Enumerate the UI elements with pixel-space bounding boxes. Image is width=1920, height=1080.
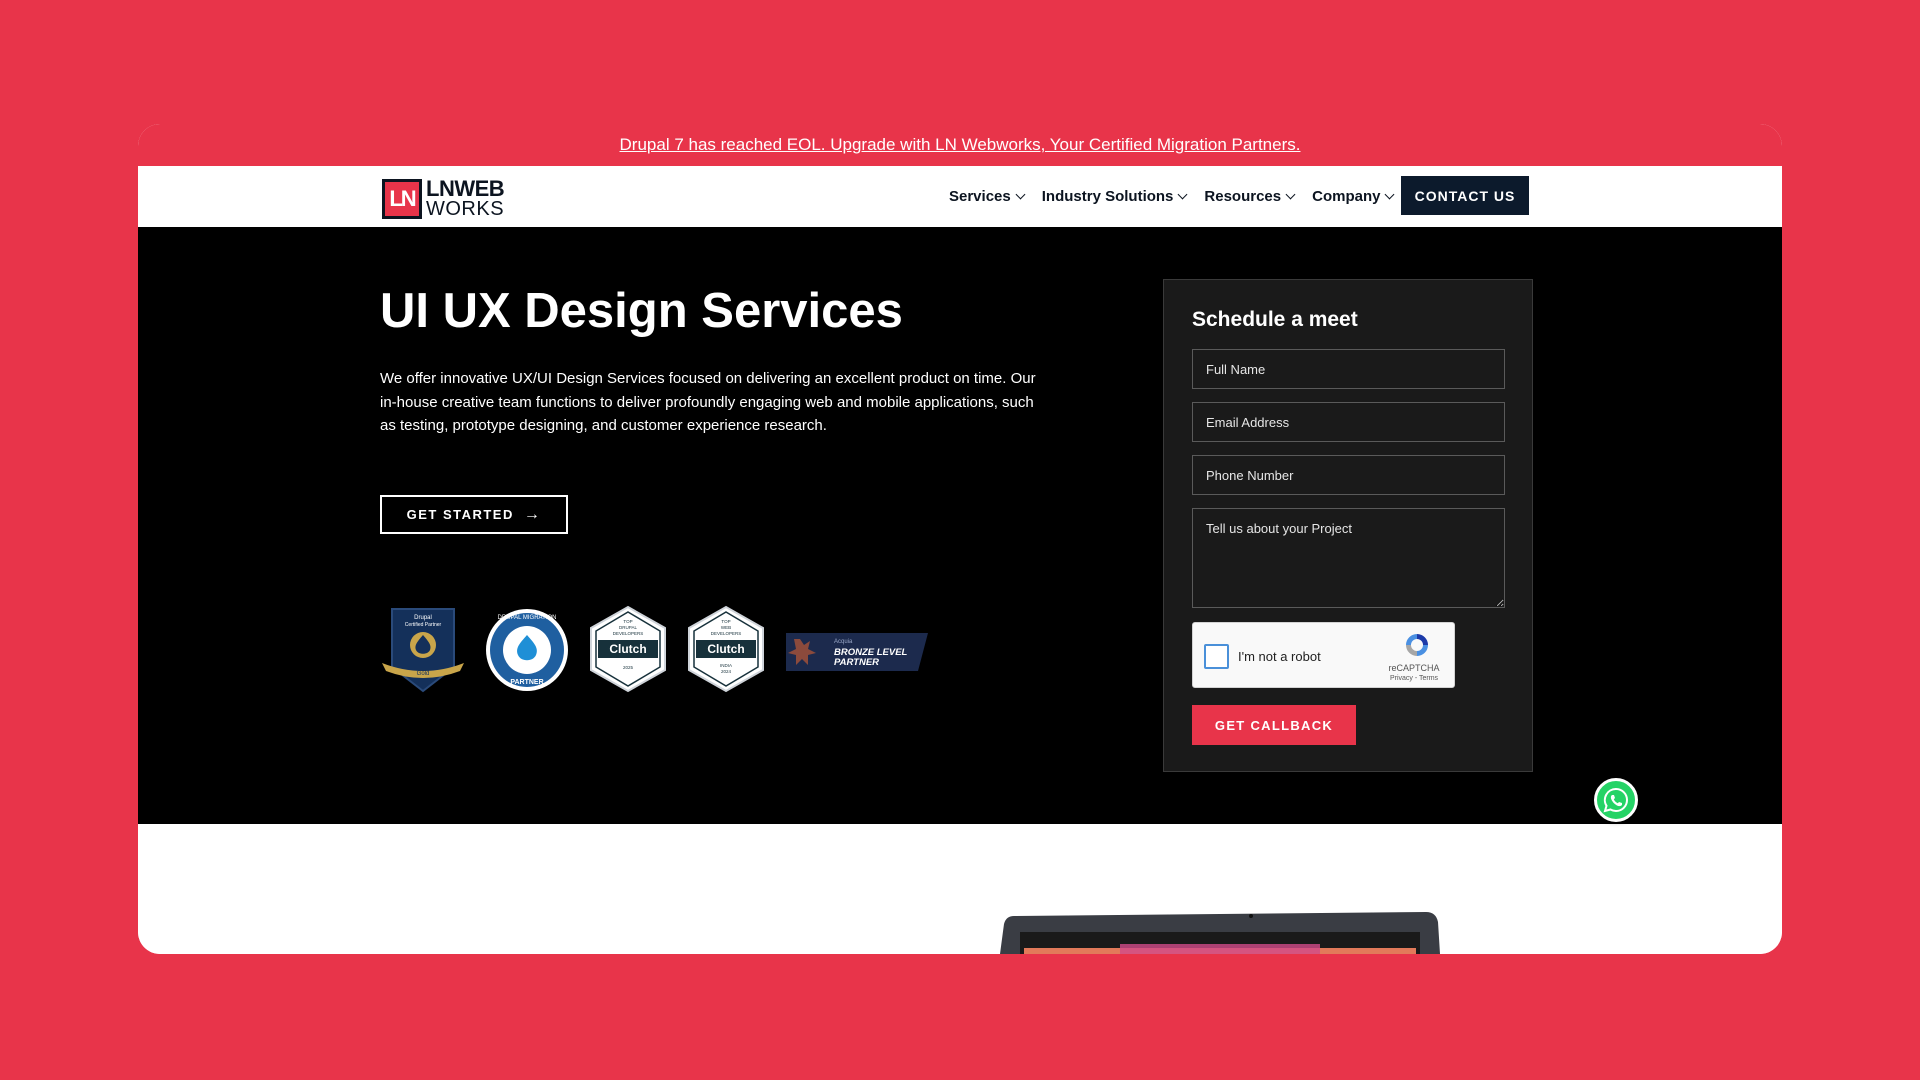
acquia-bronze-partner-badge: Acquia BRONZE LEVEL PARTNER [786, 633, 928, 671]
badge-text: PARTNER [834, 657, 879, 668]
badge-text: Acquia [834, 639, 853, 645]
contact-us-button[interactable]: CONTACT US [1401, 176, 1529, 215]
badge-text: 2025 [623, 665, 634, 670]
logo-line-1: LNWEB [426, 176, 505, 202]
browser-frame: Drupal 7 has reached EOL. Upgrade with L… [138, 124, 1782, 954]
form-title: Schedule a meet [1192, 308, 1358, 331]
project-textarea[interactable] [1192, 508, 1505, 608]
badge-text: 2024 [721, 669, 732, 674]
badge-text: Drupal [414, 615, 432, 621]
hero-description: We offer innovative UX/UI Design Service… [380, 370, 1036, 434]
badge-text: Certified Partner [405, 622, 442, 628]
logo-line-2: WORKS [426, 197, 505, 220]
email-input[interactable] [1192, 402, 1505, 442]
chevron-down-icon [1177, 189, 1188, 200]
next-section [138, 824, 1782, 954]
badge-text: INDIA [720, 663, 732, 668]
recaptcha-links[interactable]: Privacy - Terms [1379, 675, 1449, 682]
main-navbar: LN LNWEB WORKS Services Industry Solutio… [138, 166, 1782, 227]
logo-mark: LN [382, 179, 422, 219]
clutch-top-web-developers-badge: TOP WEB DEVELOPERS Clutch INDIA 2024 [688, 605, 764, 693]
schedule-meet-form: Schedule a meet I'm not a robot reCAPTCH… [1163, 279, 1533, 772]
phone-input[interactable] [1192, 455, 1505, 495]
badge-text: DEVELOPERS [613, 631, 644, 636]
logo[interactable]: LN LNWEB WORKS [382, 176, 505, 220]
badge-text: DRUPAL MIGRATION [498, 615, 557, 621]
drupal-migration-partner-badge: DRUPAL MIGRATION PARTNER [486, 609, 568, 691]
nav-item-industry-solutions[interactable]: Industry Solutions [1041, 188, 1188, 205]
whatsapp-icon [1603, 787, 1628, 813]
badge-text: Gold [417, 671, 430, 677]
badge-text: DEVELOPERS [711, 631, 742, 636]
badge-text: WEB [721, 625, 731, 630]
chevron-down-icon [1285, 189, 1296, 200]
recaptcha-logo-icon [1406, 634, 1428, 656]
announcement-link[interactable]: Drupal 7 has reached EOL. Upgrade with L… [620, 135, 1301, 155]
recaptcha-brand: reCAPTCHA [1388, 663, 1440, 673]
recaptcha-widget: I'm not a robot reCAPTCHA Privacy - Term… [1192, 622, 1455, 688]
chevron-down-icon [1385, 189, 1395, 200]
clutch-top-drupal-developers-badge: TOP DRUPAL DEVELOPERS Clutch 2025 [590, 605, 666, 693]
nav-item-resources[interactable]: Resources [1204, 188, 1296, 205]
badge-text: Clutch [609, 642, 646, 656]
badge-text: TOP [721, 619, 730, 624]
full-name-input[interactable] [1192, 349, 1505, 389]
nav-item-label: Services [949, 188, 1011, 205]
badge-text: DRUPAL [619, 625, 637, 630]
get-started-label: GET STARTED [406, 507, 514, 522]
chevron-down-icon [1015, 189, 1026, 200]
badge-text: PARTNER [510, 679, 543, 686]
arrow-right-icon: → [523, 505, 542, 523]
page-title: UI UX Design Services [380, 284, 903, 338]
whatsapp-button[interactable] [1594, 778, 1638, 822]
nav-menu: Services Industry Solutions Resources Co… [949, 166, 1395, 227]
drupal-certified-partner-badge: Drupal Certified Partner Gold [382, 608, 464, 693]
recaptcha-label: I'm not a robot [1238, 649, 1321, 664]
nav-item-services[interactable]: Services [949, 188, 1026, 205]
badge-text: Clutch [707, 642, 744, 656]
recaptcha-checkbox[interactable] [1204, 644, 1229, 669]
nav-item-label: Resources [1204, 188, 1282, 205]
nav-item-label: Industry Solutions [1041, 188, 1174, 205]
badge-text: TOP [623, 619, 632, 624]
get-started-button[interactable]: GET STARTED → [380, 495, 568, 534]
nav-item-label: Company [1312, 188, 1381, 205]
nav-item-company[interactable]: Company [1312, 188, 1395, 205]
logo-wordmark: LNWEB WORKS [426, 176, 505, 220]
laptop-image [1000, 912, 1440, 954]
hero-section: UI UX Design Services We offer innovativ… [138, 227, 1782, 824]
announcement-bar: Drupal 7 has reached EOL. Upgrade with L… [138, 124, 1782, 166]
get-callback-button[interactable]: GET CALLBACK [1192, 705, 1356, 745]
